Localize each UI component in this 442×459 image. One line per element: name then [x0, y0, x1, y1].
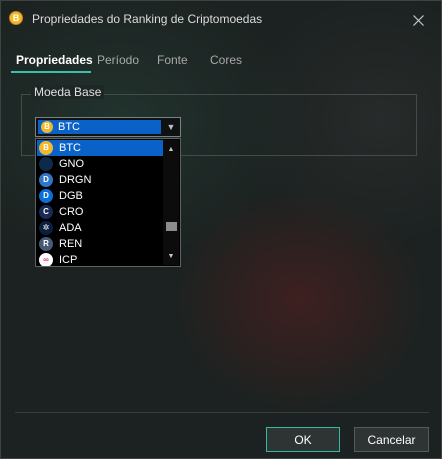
list-item-label: REN — [59, 238, 83, 250]
digibyte-icon: D — [39, 189, 53, 203]
list-item-icp[interactable]: ∞ ICP — [37, 252, 163, 266]
properties-dialog: B Propriedades do Ranking de Criptomoeda… — [0, 0, 442, 459]
scrollbar-thumb[interactable] — [166, 221, 177, 231]
tab-fonte[interactable]: Fonte — [157, 53, 188, 67]
base-currency-combobox[interactable]: B BTC ▼ — [35, 117, 181, 137]
list-item-label: ADA — [59, 222, 82, 234]
list-item-label: DGB — [59, 190, 83, 202]
tab-periodo[interactable]: Período — [97, 53, 139, 67]
list-item-gno[interactable]: GNO — [37, 156, 163, 172]
bitcoin-icon: B — [41, 121, 53, 133]
title-bar: B Propriedades do Ranking de Criptomoeda… — [1, 1, 441, 35]
list-item-label: BTC — [59, 142, 81, 154]
tab-cores[interactable]: Cores — [210, 53, 242, 67]
bitcoin-icon: B — [39, 141, 53, 155]
active-tab-indicator — [11, 71, 91, 73]
cancel-button[interactable]: Cancelar — [354, 427, 429, 452]
list-item-label: CRO — [59, 206, 84, 218]
list-item-ada[interactable]: ✲ ADA — [37, 220, 163, 236]
currency-dropdown-list: B BTC GNO D DRGN D DGB C CRO ✲ ADA R REN ∞ ICP ▲ ▼ — [35, 138, 181, 267]
internet-computer-icon: ∞ — [39, 253, 53, 266]
scroll-up-arrow-icon[interactable]: ▲ — [163, 142, 179, 156]
list-item-btc[interactable]: B BTC — [37, 140, 163, 156]
combo-selected-label: BTC — [58, 121, 80, 133]
cronos-icon: C — [39, 205, 53, 219]
list-item-label: DRGN — [59, 174, 92, 186]
ok-button[interactable]: OK — [266, 427, 340, 452]
dropdown-items: B BTC GNO D DRGN D DGB C CRO ✲ ADA R REN ∞ ICP — [37, 140, 163, 266]
footer-divider — [15, 412, 429, 413]
list-item-cro[interactable]: C CRO — [37, 204, 163, 220]
list-item-label: ICP — [59, 254, 78, 266]
list-item-label: GNO — [59, 158, 85, 170]
close-icon — [412, 14, 424, 26]
gnosis-icon — [39, 157, 53, 171]
chevron-down-icon[interactable]: ▼ — [162, 118, 180, 136]
window-title: Propriedades do Ranking de Criptomoedas — [32, 12, 263, 26]
bitcoin-app-icon: B — [9, 11, 23, 25]
tab-propriedades[interactable]: Propriedades — [16, 53, 93, 67]
dragonchain-icon: D — [39, 173, 53, 187]
scroll-down-arrow-icon[interactable]: ▼ — [163, 249, 179, 263]
group-label: Moeda Base — [31, 85, 105, 99]
close-button[interactable] — [407, 10, 429, 30]
list-item-drgn[interactable]: D DRGN — [37, 172, 163, 188]
ren-icon: R — [39, 237, 53, 251]
list-item-dgb[interactable]: D DGB — [37, 188, 163, 204]
dropdown-scrollbar[interactable]: ▲ ▼ — [163, 140, 179, 265]
list-item-ren[interactable]: R REN — [37, 236, 163, 252]
combo-selected-value: B BTC — [38, 120, 161, 134]
cardano-icon: ✲ — [39, 221, 53, 235]
